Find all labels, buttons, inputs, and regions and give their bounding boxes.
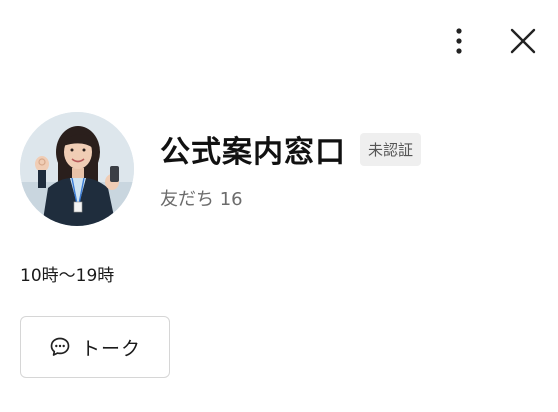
official-account-profile-page: 公式案内窓口 未認証 友だち 16 10時〜19時 トーク: [0, 0, 558, 412]
top-bar: [442, 24, 540, 58]
vertical-ellipsis-icon: [456, 28, 462, 54]
avatar[interactable]: [20, 112, 134, 226]
profile-info: 公式案内窓口 未認証 友だち 16: [160, 127, 422, 211]
close-button[interactable]: [506, 24, 540, 58]
name-row: 公式案内窓口 未認証: [160, 127, 422, 171]
business-hours: 10時〜19時: [20, 266, 115, 286]
friends-count[interactable]: 友だち 16: [160, 185, 421, 211]
close-icon: [510, 28, 536, 54]
more-options-button[interactable]: [442, 24, 476, 58]
avatar-image: [20, 112, 134, 226]
talk-button-label: トーク: [80, 337, 141, 360]
talk-button[interactable]: トーク: [20, 316, 170, 378]
chat-bubble-icon: [50, 337, 70, 356]
profile-header: 公式案内窓口 未認証 友だち 16: [20, 112, 422, 226]
account-name: 公式案内窓口: [160, 135, 346, 170]
unverified-badge: 未認証: [360, 132, 422, 166]
